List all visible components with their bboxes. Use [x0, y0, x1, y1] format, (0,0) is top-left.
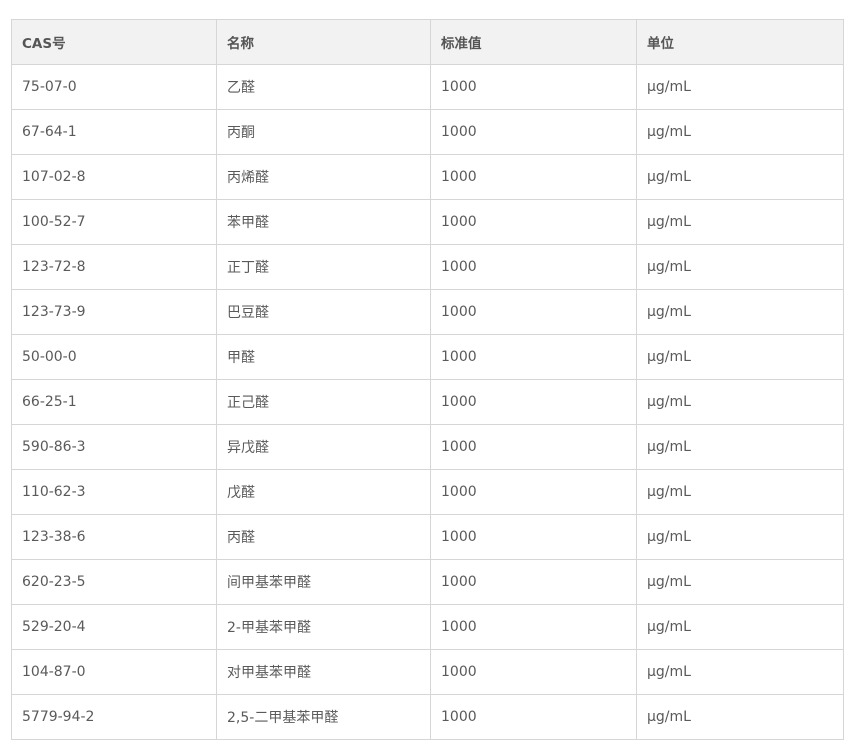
cell-name: 对甲基苯甲醛 [216, 649, 431, 695]
cell-cas: 107-02-8 [11, 154, 217, 200]
cell-cas: 123-72-8 [11, 244, 217, 290]
cell-cas: 104-87-0 [11, 649, 217, 695]
cell-name: 正己醛 [216, 379, 431, 425]
cell-unit: μg/mL [636, 604, 844, 650]
cell-name: 间甲基苯甲醛 [216, 559, 431, 605]
table-row: 104-87-0 对甲基苯甲醛 1000 μg/mL [11, 649, 844, 695]
cell-unit: μg/mL [636, 649, 844, 695]
cell-unit: μg/mL [636, 514, 844, 560]
cell-cas: 5779-94-2 [11, 694, 217, 740]
cell-unit: μg/mL [636, 289, 844, 335]
header-name: 名称 [216, 19, 431, 65]
cell-unit: μg/mL [636, 154, 844, 200]
cell-unit: μg/mL [636, 379, 844, 425]
cell-name: 异戊醛 [216, 424, 431, 470]
table-row: 75-07-0 乙醛 1000 μg/mL [11, 64, 844, 110]
cell-standard-value: 1000 [430, 559, 637, 605]
cell-unit: μg/mL [636, 244, 844, 290]
cell-standard-value: 1000 [430, 109, 637, 155]
cell-name: 2,5-二甲基苯甲醛 [216, 694, 431, 740]
cell-standard-value: 1000 [430, 604, 637, 650]
cell-cas: 123-38-6 [11, 514, 217, 560]
table-row: 123-73-9 巴豆醛 1000 μg/mL [11, 289, 844, 335]
cell-standard-value: 1000 [430, 424, 637, 470]
table-body: 75-07-0 乙醛 1000 μg/mL 67-64-1 丙酮 1000 μg/mL 107-… [11, 64, 844, 740]
table-row: 110-62-3 戊醛 1000 μg/mL [11, 469, 844, 515]
cell-name: 丙酮 [216, 109, 431, 155]
cell-name: 丙醛 [216, 514, 431, 560]
header-standard-value: 标准值 [430, 19, 637, 65]
cell-name: 丙烯醛 [216, 154, 431, 200]
cell-unit: μg/mL [636, 199, 844, 245]
cell-unit: μg/mL [636, 64, 844, 110]
cell-cas: 50-00-0 [11, 334, 217, 380]
table-row: 620-23-5 间甲基苯甲醛 1000 μg/mL [11, 559, 844, 605]
cell-standard-value: 1000 [430, 649, 637, 695]
cell-standard-value: 1000 [430, 379, 637, 425]
table-row: 590-86-3 异戊醛 1000 μg/mL [11, 424, 844, 470]
cell-cas: 620-23-5 [11, 559, 217, 605]
header-unit: 单位 [636, 19, 844, 65]
cell-unit: μg/mL [636, 694, 844, 740]
table-row: 100-52-7 苯甲醛 1000 μg/mL [11, 199, 844, 245]
table-header-row: CAS号 名称 标准值 单位 [11, 19, 844, 65]
cell-cas: 100-52-7 [11, 199, 217, 245]
cell-standard-value: 1000 [430, 289, 637, 335]
cell-unit: μg/mL [636, 334, 844, 380]
table-row: 123-72-8 正丁醛 1000 μg/mL [11, 244, 844, 290]
cell-unit: μg/mL [636, 109, 844, 155]
standards-table: CAS号 名称 标准值 单位 75-07-0 乙醛 1000 μg/mL 67-64-1… [11, 19, 844, 740]
table-row: 107-02-8 丙烯醛 1000 μg/mL [11, 154, 844, 200]
cell-name: 乙醛 [216, 64, 431, 110]
standards-table-container: CAS号 名称 标准值 单位 75-07-0 乙醛 1000 μg/mL 67-64-1… [11, 19, 844, 740]
cell-standard-value: 1000 [430, 694, 637, 740]
cell-name: 2-甲基苯甲醛 [216, 604, 431, 650]
cell-unit: μg/mL [636, 424, 844, 470]
table-row: 529-20-4 2-甲基苯甲醛 1000 μg/mL [11, 604, 844, 650]
cell-standard-value: 1000 [430, 154, 637, 200]
table-row: 5779-94-2 2,5-二甲基苯甲醛 1000 μg/mL [11, 694, 844, 740]
cell-standard-value: 1000 [430, 244, 637, 290]
cell-name: 甲醛 [216, 334, 431, 380]
cell-cas: 529-20-4 [11, 604, 217, 650]
cell-cas: 110-62-3 [11, 469, 217, 515]
table-row: 123-38-6 丙醛 1000 μg/mL [11, 514, 844, 560]
cell-name: 苯甲醛 [216, 199, 431, 245]
cell-cas: 67-64-1 [11, 109, 217, 155]
cell-cas: 66-25-1 [11, 379, 217, 425]
cell-unit: μg/mL [636, 469, 844, 515]
table-row: 66-25-1 正己醛 1000 μg/mL [11, 379, 844, 425]
cell-name: 戊醛 [216, 469, 431, 515]
cell-standard-value: 1000 [430, 334, 637, 380]
header-cas: CAS号 [11, 19, 217, 65]
cell-standard-value: 1000 [430, 64, 637, 110]
cell-standard-value: 1000 [430, 514, 637, 560]
cell-unit: μg/mL [636, 559, 844, 605]
cell-standard-value: 1000 [430, 199, 637, 245]
table-row: 67-64-1 丙酮 1000 μg/mL [11, 109, 844, 155]
table-row: 50-00-0 甲醛 1000 μg/mL [11, 334, 844, 380]
cell-cas: 75-07-0 [11, 64, 217, 110]
cell-cas: 590-86-3 [11, 424, 217, 470]
cell-standard-value: 1000 [430, 469, 637, 515]
cell-name: 正丁醛 [216, 244, 431, 290]
cell-name: 巴豆醛 [216, 289, 431, 335]
cell-cas: 123-73-9 [11, 289, 217, 335]
